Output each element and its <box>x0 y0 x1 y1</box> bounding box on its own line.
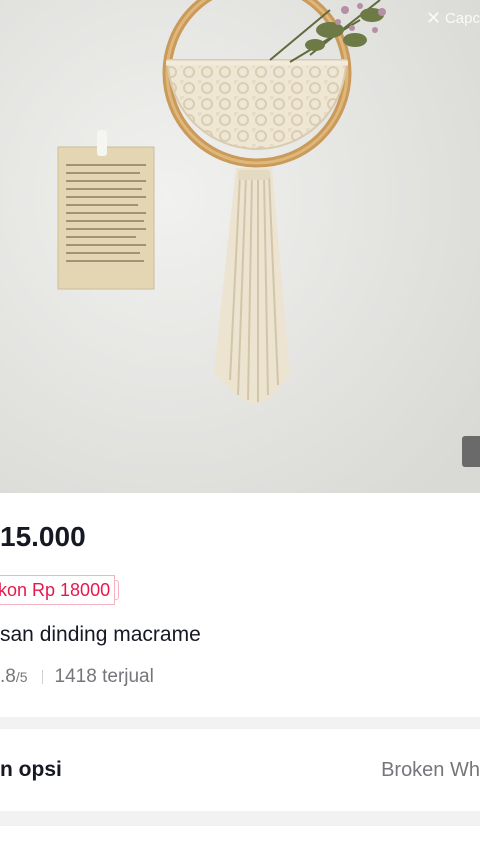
meta-divider <box>41 670 43 684</box>
product-image[interactable]: ✕ Capc <box>0 0 480 493</box>
macrame-wall-hanging-image <box>0 0 480 493</box>
coupon-notch <box>115 580 120 600</box>
product-title: san dinding macrame <box>0 623 201 646</box>
product-price: 15.000 <box>0 521 86 552</box>
image-scroll-handle[interactable] <box>462 436 480 467</box>
watermark-text: Capc <box>444 10 480 27</box>
capcut-logo-icon: ✕ <box>425 8 441 28</box>
product-meta: .8 /5 1418 terjual <box>0 666 154 688</box>
capcut-watermark: ✕ Capc <box>426 8 480 29</box>
next-section-card <box>0 826 480 854</box>
sold-count: 1418 terjual <box>54 666 154 687</box>
selected-option[interactable]: Broken Wh <box>381 759 480 782</box>
rating-value: .8 <box>0 666 16 687</box>
discount-badge[interactable]: kon Rp 18000 <box>0 575 120 605</box>
options-label: n opsi <box>0 758 62 781</box>
options-row[interactable]: n opsi Broken Wh <box>0 729 480 811</box>
discount-label: kon Rp 18000 <box>0 579 111 600</box>
rating-scale: /5 <box>15 669 28 685</box>
product-info-card: 15.000 kon Rp 18000 san dinding macrame … <box>0 493 480 717</box>
